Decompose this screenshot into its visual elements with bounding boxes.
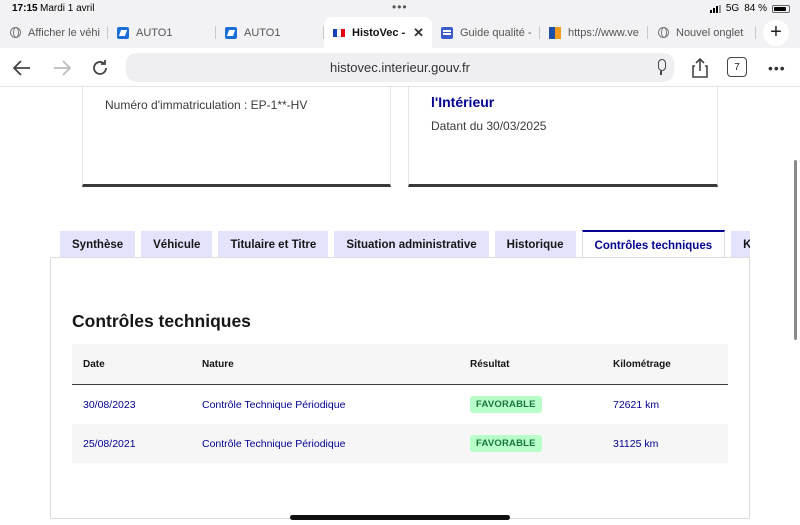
- status-indicators: 5G 84 %: [709, 3, 790, 14]
- tab-titulaire[interactable]: Titulaire et Titre: [218, 231, 329, 258]
- cell-mileage: 72621 km: [613, 398, 660, 411]
- browser-toolbar: histovec.interieur.gouv.fr 7 •••: [0, 48, 800, 87]
- browser-tab[interactable]: AUTO1: [108, 17, 216, 48]
- browser-tab[interactable]: Nouvel onglet: [648, 17, 756, 48]
- tab-historique[interactable]: Historique: [494, 231, 576, 258]
- back-button[interactable]: [8, 54, 36, 82]
- table-header: Date Nature Résultat Kilométrage: [72, 344, 728, 385]
- report-tabs: Synthèse Véhicule Titulaire et Titre Sit…: [60, 230, 750, 258]
- cell-result: FAVORABLE: [458, 396, 601, 413]
- reload-icon: [93, 60, 107, 75]
- cell-date: 30/08/2023: [83, 398, 136, 411]
- tab-title: Afficher le véhi: [28, 26, 100, 39]
- forward-button[interactable]: [48, 54, 76, 82]
- globe-icon: [656, 26, 670, 40]
- tab-title: AUTO1: [244, 26, 281, 39]
- report-date: Datant du 30/03/2025: [431, 119, 547, 133]
- forward-arrow-icon: [54, 60, 71, 76]
- section-title: Contrôles techniques: [72, 311, 251, 331]
- tab-situation-administrative[interactable]: Situation administrative: [334, 231, 489, 258]
- auto1-icon: [116, 26, 130, 40]
- multitasking-dots-icon[interactable]: •••: [392, 0, 408, 14]
- french-flag-icon: [332, 26, 346, 40]
- browser-tab-bar: Afficher le véhi AUTO1 AUTO1 HistoVec - …: [0, 17, 800, 48]
- header-date: Date: [83, 358, 105, 370]
- tab-title: AUTO1: [136, 26, 173, 39]
- browser-tab[interactable]: https://www.ve: [540, 17, 648, 48]
- header-result: Résultat: [470, 358, 510, 370]
- cell-nature: Contrôle Technique Périodique: [202, 437, 346, 450]
- source-card: l'Intérieur Datant du 30/03/2025: [408, 87, 718, 187]
- inspections-table: Date Nature Résultat Kilométrage 30/08/2…: [72, 344, 728, 463]
- share-button[interactable]: [686, 54, 714, 82]
- registration-card: Numéro d'immatriculation : EP-1**-HV: [82, 87, 391, 187]
- technical-inspections-panel: Contrôles techniques Date Nature Résulta…: [50, 257, 750, 519]
- tab-kilometrage[interactable]: Kilo: [731, 231, 750, 258]
- status-time: 17:15: [12, 3, 38, 14]
- tab-title: Guide qualité -: [460, 26, 532, 39]
- header-mileage: Kilométrage: [613, 358, 671, 370]
- signal-icon: [709, 4, 721, 13]
- tab-controles-techniques[interactable]: Contrôles techniques: [581, 230, 726, 258]
- status-date: Mardi 1 avril: [40, 3, 95, 14]
- reload-button[interactable]: [86, 54, 114, 82]
- ministry-name: l'Intérieur: [431, 94, 495, 110]
- cell-date: 25/08/2021: [83, 437, 136, 450]
- address-bar[interactable]: histovec.interieur.gouv.fr: [126, 53, 674, 82]
- header-nature: Nature: [202, 358, 234, 370]
- url-text: histovec.interieur.gouv.fr: [330, 60, 470, 75]
- result-badge: FAVORABLE: [470, 396, 542, 413]
- battery-label: 84 %: [744, 3, 767, 14]
- site-icon: [548, 26, 562, 40]
- more-options-icon[interactable]: •••: [768, 60, 786, 76]
- cell-result: FAVORABLE: [458, 435, 601, 452]
- tab-title: https://www.ve: [568, 26, 639, 39]
- microphone-icon[interactable]: [656, 59, 666, 75]
- network-label: 5G: [725, 3, 740, 14]
- close-tab-icon[interactable]: ✕: [413, 25, 424, 41]
- table-row: 30/08/2023 Contrôle Technique Périodique…: [72, 385, 728, 424]
- guide-icon: [440, 26, 454, 40]
- page-scrollbar[interactable]: [794, 160, 797, 340]
- back-arrow-icon: [13, 60, 30, 76]
- browser-tab[interactable]: Afficher le véhi: [0, 17, 108, 48]
- plus-icon: +: [763, 19, 789, 46]
- new-tab-button[interactable]: +: [756, 17, 796, 48]
- globe-icon: [8, 26, 22, 40]
- result-badge: FAVORABLE: [470, 435, 542, 452]
- tab-synthese[interactable]: Synthèse: [60, 231, 136, 258]
- table-row: 25/08/2021 Contrôle Technique Périodique…: [72, 424, 728, 463]
- cell-nature: Contrôle Technique Périodique: [202, 398, 346, 411]
- browser-tab-active[interactable]: HistoVec - ✕: [324, 17, 432, 48]
- tab-switcher-button[interactable]: 7: [727, 57, 747, 77]
- share-icon: [692, 58, 708, 78]
- tab-vehicule[interactable]: Véhicule: [141, 231, 213, 258]
- registration-number: Numéro d'immatriculation : EP-1**-HV: [105, 98, 308, 112]
- tab-title: HistoVec -: [352, 26, 406, 39]
- tab-title: Nouvel onglet: [676, 26, 744, 39]
- auto1-icon: [224, 26, 238, 40]
- battery-icon: [772, 4, 790, 13]
- cell-mileage: 31125 km: [613, 437, 659, 450]
- browser-tab[interactable]: AUTO1: [216, 17, 324, 48]
- browser-tab[interactable]: Guide qualité -: [432, 17, 540, 48]
- status-bar: 17:15 Mardi 1 avril ••• 5G 84 %: [0, 0, 800, 17]
- home-indicator[interactable]: [290, 515, 510, 520]
